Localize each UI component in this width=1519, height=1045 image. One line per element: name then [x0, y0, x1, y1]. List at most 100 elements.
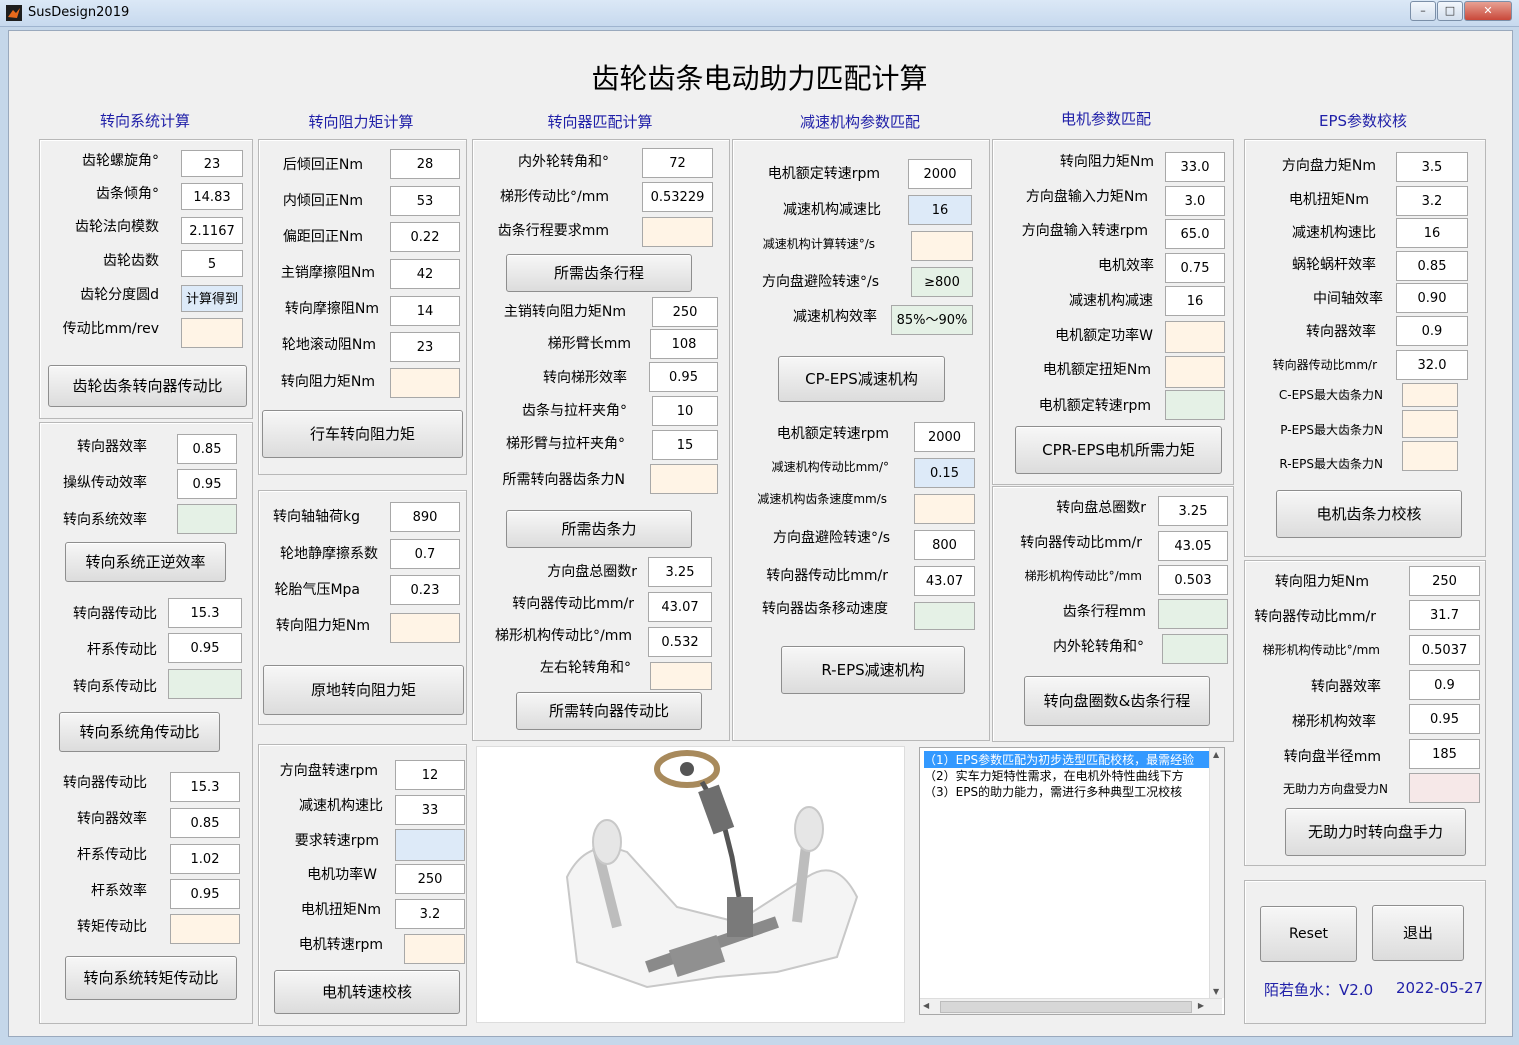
- input-field[interactable]: 3.25: [1158, 496, 1228, 526]
- output-field[interactable]: [1158, 599, 1228, 629]
- input-field[interactable]: 108: [650, 329, 718, 359]
- output-field[interactable]: [650, 464, 718, 494]
- input-field[interactable]: 250: [1409, 566, 1480, 596]
- input-field[interactable]: ≥800: [911, 267, 973, 297]
- rack-force-button[interactable]: 所需齿条力: [506, 510, 692, 548]
- output-field[interactable]: [1165, 321, 1225, 353]
- input-field[interactable]: 28: [390, 149, 460, 179]
- input-field[interactable]: 43.07: [648, 592, 712, 622]
- output-field[interactable]: [650, 662, 712, 690]
- input-field[interactable]: 15.3: [170, 772, 240, 802]
- input-field[interactable]: 31.7: [1409, 600, 1480, 630]
- input-field[interactable]: 15: [652, 430, 718, 460]
- input-field[interactable]: 23: [181, 150, 243, 177]
- output-field[interactable]: [1402, 441, 1458, 471]
- input-field[interactable]: 0.85: [1396, 251, 1468, 281]
- list-item[interactable]: （2）实车力矩特性需求，在电机外特性曲线下方: [924, 767, 1209, 784]
- reset-button[interactable]: Reset: [1260, 906, 1357, 962]
- motor-torque-button[interactable]: CPR-EPS电机所需力矩: [1015, 426, 1222, 474]
- rack-travel-button[interactable]: 所需齿条行程: [506, 254, 692, 292]
- gear-rack-ratio-button[interactable]: 齿轮齿条转向器传动比: [48, 365, 247, 407]
- notes-listbox[interactable]: （1）EPS参数匹配为初步选型匹配校核，最需经验 （2）实车力矩特性需求，在电机…: [919, 747, 1225, 1015]
- input-field[interactable]: 0.5037: [1409, 635, 1480, 665]
- output-field[interactable]: [914, 602, 975, 630]
- horizontal-scrollbar[interactable]: ◀ ▶: [920, 998, 1222, 1014]
- input-field[interactable]: 0.95: [170, 879, 240, 909]
- input-field[interactable]: 3.2: [1396, 186, 1468, 216]
- input-field[interactable]: 185: [1409, 739, 1480, 769]
- input-field[interactable]: 3.2: [395, 899, 465, 929]
- input-field[interactable]: 0.95: [1409, 704, 1480, 734]
- maximize-button[interactable]: □: [1437, 1, 1463, 21]
- static-resistance-button[interactable]: 原地转向阻力矩: [263, 665, 464, 715]
- scroll-left-arrow-icon[interactable]: ◀: [923, 1001, 929, 1010]
- gear-ratio-required-button[interactable]: 所需转向器传动比: [516, 692, 702, 730]
- steering-efficiency-button[interactable]: 转向系统正逆效率: [65, 542, 226, 582]
- output-field[interactable]: [911, 231, 973, 261]
- input-field[interactable]: 33: [395, 795, 465, 825]
- input-field[interactable]: 0.22: [390, 222, 460, 252]
- scroll-up-arrow-icon[interactable]: ▲: [1213, 750, 1219, 759]
- input-field[interactable]: 16: [1165, 286, 1225, 316]
- r-eps-reducer-button[interactable]: R-EPS减速机构: [781, 646, 965, 694]
- motor-rack-force-check-button[interactable]: 电机齿条力校核: [1276, 490, 1462, 538]
- output-field[interactable]: [404, 934, 465, 964]
- exit-button[interactable]: 退出: [1372, 905, 1464, 961]
- input-field[interactable]: 42: [390, 259, 460, 289]
- input-field[interactable]: 72: [642, 148, 713, 178]
- scroll-thumb[interactable]: [940, 1001, 1192, 1013]
- input-field[interactable]: 890: [390, 502, 460, 532]
- input-field[interactable]: 0.9: [1396, 316, 1468, 346]
- motor-speed-check-button[interactable]: 电机转速校核: [274, 970, 460, 1014]
- input-field[interactable]: 65.0: [1165, 219, 1225, 249]
- input-field[interactable]: 53: [390, 186, 460, 216]
- output-field[interactable]: [168, 669, 242, 699]
- output-field[interactable]: [395, 829, 465, 861]
- input-field[interactable]: 14: [390, 296, 460, 326]
- input-field[interactable]: 0.532: [648, 627, 712, 657]
- output-field[interactable]: [170, 914, 240, 944]
- scroll-right-arrow-icon[interactable]: ▶: [1198, 1001, 1204, 1010]
- input-field[interactable]: 0.95: [168, 633, 242, 663]
- input-field[interactable]: 16: [908, 195, 972, 225]
- output-field[interactable]: [390, 368, 460, 398]
- scroll-down-arrow-icon[interactable]: ▼: [1213, 987, 1219, 996]
- output-field[interactable]: [1162, 634, 1228, 664]
- input-field[interactable]: 23: [390, 332, 460, 362]
- input-field[interactable]: 43.07: [914, 566, 975, 596]
- output-field[interactable]: [1165, 356, 1225, 388]
- input-field[interactable]: 0.85: [177, 434, 237, 464]
- driving-resistance-button[interactable]: 行车转向阻力矩: [262, 410, 463, 458]
- input-field[interactable]: 0.7: [390, 539, 460, 569]
- minimize-button[interactable]: –: [1410, 1, 1436, 21]
- input-field[interactable]: 1.02: [170, 844, 240, 874]
- input-field[interactable]: 0.75: [1165, 253, 1225, 283]
- input-field[interactable]: 0.85: [170, 808, 240, 838]
- input-field[interactable]: 10: [652, 396, 718, 426]
- vertical-scrollbar[interactable]: ▲ ▼: [1209, 748, 1224, 998]
- output-field[interactable]: [1409, 773, 1480, 803]
- computed-field[interactable]: 计算得到: [181, 285, 243, 312]
- input-field[interactable]: 3.25: [648, 557, 712, 587]
- output-field[interactable]: [181, 318, 243, 348]
- input-field[interactable]: 0.53229: [642, 182, 713, 212]
- input-field[interactable]: 2000: [908, 159, 972, 189]
- input-field[interactable]: 250: [395, 864, 465, 894]
- input-field[interactable]: 800: [914, 530, 975, 560]
- input-field[interactable]: 15.3: [168, 598, 242, 628]
- input-field[interactable]: 2000: [914, 422, 975, 452]
- input-field[interactable]: 0.90: [1396, 283, 1468, 313]
- output-field[interactable]: [1402, 383, 1458, 407]
- output-field[interactable]: [177, 504, 237, 534]
- input-field[interactable]: 0.95: [177, 469, 237, 499]
- output-field[interactable]: [914, 494, 975, 524]
- input-field[interactable]: 250: [652, 297, 718, 327]
- angular-ratio-button[interactable]: 转向系统角传动比: [59, 712, 220, 752]
- input-field[interactable]: 12: [395, 760, 465, 790]
- input-field[interactable]: 14.83: [181, 183, 243, 210]
- manual-steering-force-button[interactable]: 无助力时转向盘手力: [1285, 808, 1466, 856]
- input-field[interactable]: 0.95: [649, 362, 718, 392]
- input-field[interactable]: 0.15: [914, 458, 975, 488]
- input-field[interactable]: 32.0: [1396, 350, 1468, 380]
- output-field[interactable]: [642, 217, 713, 247]
